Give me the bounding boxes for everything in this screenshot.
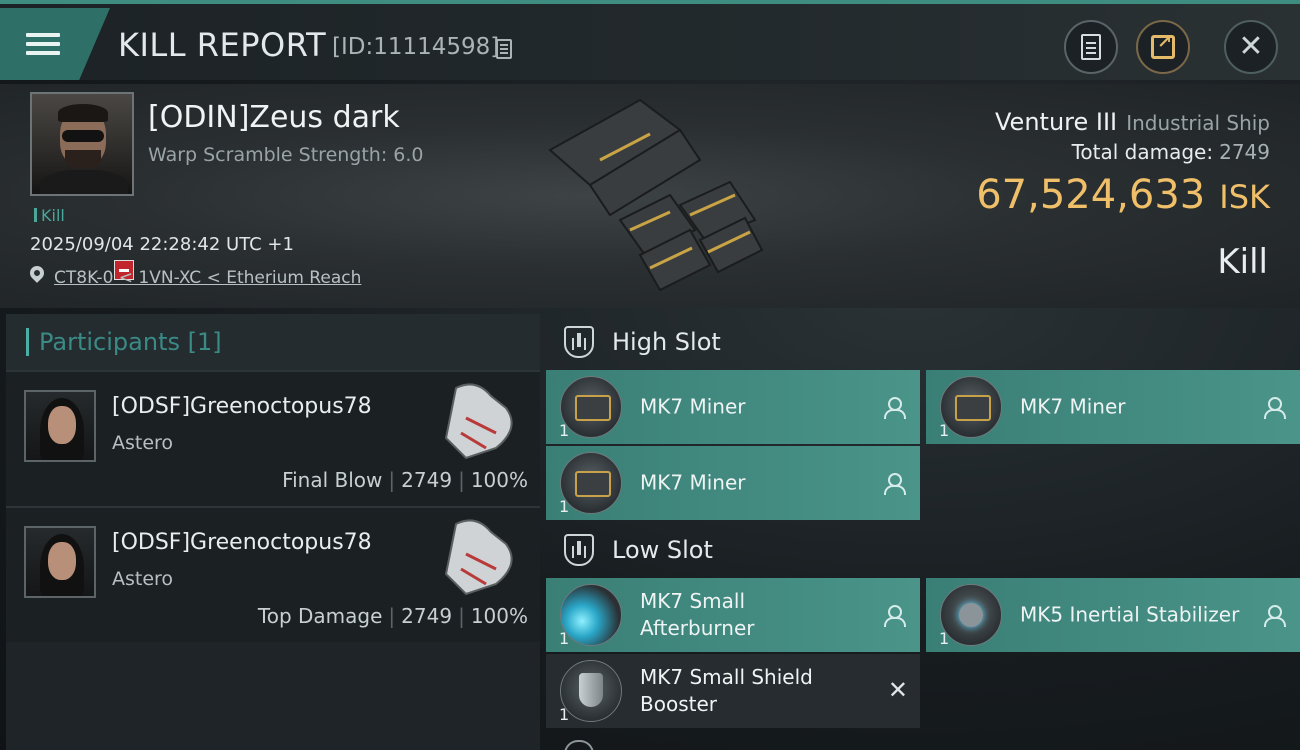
high-slot-title: High Slot	[612, 328, 721, 356]
victim-name[interactable]: [ODIN]Zeus dark	[148, 100, 400, 135]
participant-percent: 100%	[470, 468, 528, 492]
ship-image	[548, 98, 764, 292]
person-icon	[1264, 397, 1286, 419]
participant-name[interactable]: [ODSF]Greenoctopus78	[112, 394, 372, 419]
total-damage: Total damage: 2749	[1072, 140, 1270, 164]
module-slot[interactable]: 1 MK7 Small Shield Booster ✕	[546, 654, 920, 728]
ship-info: Venture III Industrial Ship	[995, 108, 1270, 136]
module-name: MK7 Small Afterburner	[640, 589, 755, 640]
isk-value: 67,524,633	[976, 172, 1206, 218]
participant-damage: 2749	[401, 604, 453, 628]
kill-tag: Kill	[34, 206, 65, 225]
isk-unit: ISK	[1219, 178, 1270, 216]
share-button[interactable]	[1136, 20, 1190, 74]
module-slot[interactable]: 1 MK7 Small Afterburner	[546, 578, 920, 652]
module-name: MK7 Miner	[640, 394, 746, 419]
module-name: MK7 Miner	[640, 470, 746, 495]
report-id: [ID:11114598]	[332, 34, 500, 60]
person-icon	[884, 605, 906, 627]
participant-percent: 100%	[470, 604, 528, 628]
victim-avatar[interactable]	[30, 92, 134, 196]
module-name: MK7 Small Shield Booster	[640, 665, 813, 716]
page-title: KILL REPORT	[118, 26, 327, 64]
copy-icon[interactable]	[496, 39, 512, 59]
module-slot[interactable]: 1 MK5 Inertial Stabilizer	[926, 578, 1300, 652]
participants-header: Participants [1]	[6, 314, 540, 370]
total-damage-value: 2749	[1219, 140, 1270, 164]
module-quantity: 1	[559, 497, 570, 516]
high-slot-icon	[564, 326, 594, 358]
afterburner-module-icon	[560, 584, 622, 646]
participant-damage: 2749	[401, 468, 453, 492]
module-slot[interactable]: 1 MK7 Miner	[926, 370, 1300, 444]
participants-panel: Participants [1] [ODSF]Greenoctopus78 As…	[6, 314, 540, 750]
isk-value-line: 67,524,633 ISK	[976, 172, 1270, 218]
kill-timestamp: 2025/09/04 22:28:42 UTC +1	[30, 234, 294, 255]
module-quantity: 1	[939, 629, 950, 648]
module-quantity: 1	[939, 421, 950, 440]
clipboard-icon	[1081, 34, 1101, 60]
participant-ship: Astero	[112, 432, 174, 454]
close-icon: ✕	[1238, 29, 1264, 64]
participant-ship: Astero	[112, 568, 174, 590]
shield-booster-module-icon	[560, 660, 622, 722]
participant-stats: Final Blow | 2749 | 100%	[282, 468, 528, 492]
participant-row[interactable]: [ODSF]Greenoctopus78 Astero Final Blow | 2…	[6, 370, 540, 506]
module-name: MK5 Inertial Stabilizer	[1020, 602, 1240, 627]
participant-stat-label: Top Damage	[257, 604, 383, 628]
module-quantity: 1	[559, 629, 570, 648]
warp-scramble-strength: Warp Scramble Strength: 6.0	[148, 144, 424, 166]
participant-row[interactable]: [ODSF]Greenoctopus78 Astero Top Damage | 2…	[6, 506, 540, 642]
participant-avatar[interactable]	[24, 526, 96, 598]
menu-icon	[26, 28, 60, 60]
module-slot[interactable]: 1 MK7 Miner	[546, 446, 920, 520]
module-quantity: 1	[559, 421, 570, 440]
miner-module-icon	[940, 376, 1002, 438]
participant-ship-image	[444, 519, 513, 596]
total-damage-label: Total damage:	[1071, 140, 1214, 164]
person-icon	[1264, 605, 1286, 627]
person-icon	[884, 473, 906, 495]
next-slot-icon	[564, 740, 594, 750]
result-label: Kill	[1217, 242, 1268, 282]
participant-avatar[interactable]	[24, 390, 96, 462]
top-bar: KILL REPORT [ID:11114598] ✕	[0, 0, 1300, 80]
participant-stats: Top Damage | 2749 | 100%	[257, 604, 528, 628]
participant-ship-image	[444, 383, 513, 460]
ship-name[interactable]: Venture III	[995, 108, 1117, 136]
stabilizer-module-icon	[940, 584, 1002, 646]
destroyed-x-icon: ✕	[887, 676, 908, 704]
participant-stat-label: Final Blow	[282, 468, 383, 492]
menu-button[interactable]	[0, 8, 110, 80]
miner-module-icon	[560, 452, 622, 514]
share-icon	[1151, 32, 1175, 59]
module-name: MK7 Miner	[1020, 394, 1126, 419]
low-slot-icon	[564, 534, 594, 566]
clipboard-button[interactable]	[1064, 20, 1118, 74]
miner-module-icon	[560, 376, 622, 438]
location-link[interactable]: CT8K-0 < 1VN-XC < Etherium Reach	[54, 268, 361, 288]
low-slot-header: Low Slot	[546, 522, 1300, 578]
ship-class: Industrial Ship	[1126, 111, 1270, 135]
close-button[interactable]: ✕	[1224, 20, 1278, 74]
participant-name[interactable]: [ODSF]Greenoctopus78	[112, 530, 372, 555]
person-icon	[884, 397, 906, 419]
high-slot-header: High Slot	[546, 314, 1300, 370]
location-pin-icon	[27, 263, 47, 283]
low-slot-title: Low Slot	[612, 536, 713, 564]
module-slot[interactable]: 1 MK7 Miner	[546, 370, 920, 444]
module-quantity: 1	[559, 705, 570, 724]
victim-header: [ODIN]Zeus dark Warp Scramble Strength: …	[0, 84, 1300, 308]
